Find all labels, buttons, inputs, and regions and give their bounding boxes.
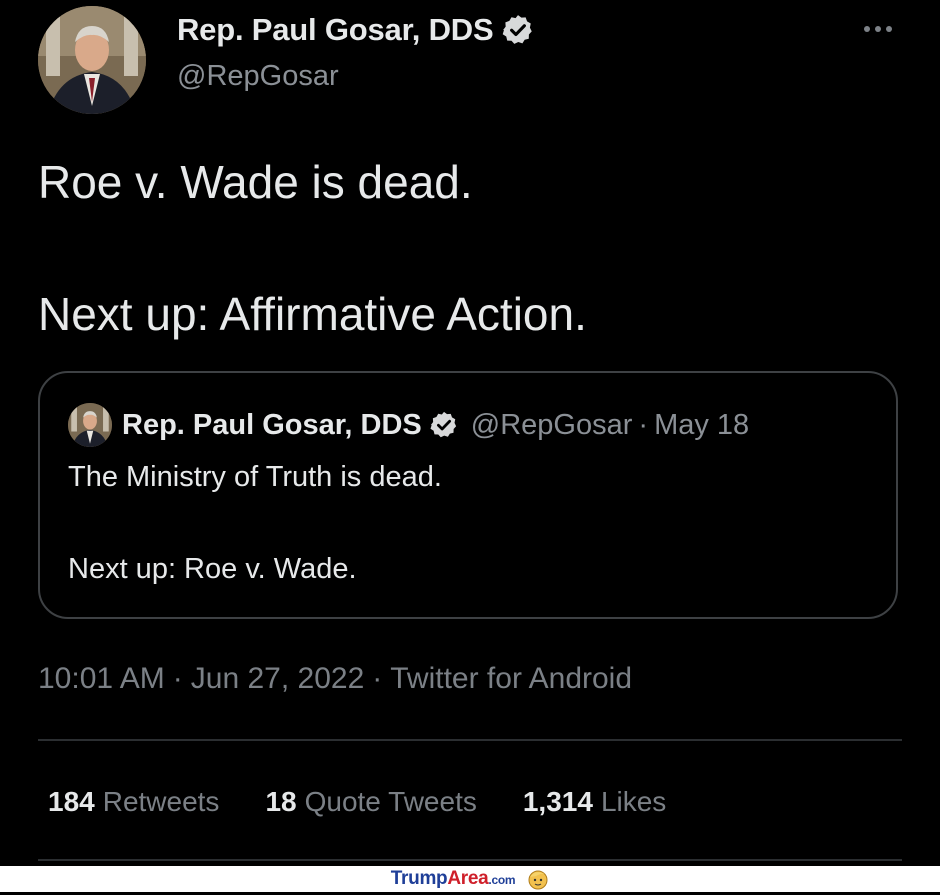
retweets-count: 184 (48, 786, 95, 817)
watermark-logo: TrumpArea.com (390, 868, 516, 890)
author-handle[interactable]: @RepGosar (177, 60, 339, 93)
quote-tweets-stat[interactable]: 18 Quote Tweets (265, 786, 476, 818)
quotes-count: 18 (265, 786, 297, 817)
tweet-card: Rep. Paul Gosar, DDS @RepGosar Roe v. Wa… (0, 0, 940, 866)
quoted-text-line-2: Next up: Roe v. Wade. (68, 553, 357, 585)
author-name-row: Rep. Paul Gosar, DDS (177, 12, 535, 48)
quoted-text-line-1: The Ministry of Truth is dead. (68, 461, 442, 493)
brand-part-3: .com (488, 873, 516, 887)
more-options-icon[interactable] (864, 19, 900, 39)
quoted-separator: · (638, 408, 649, 441)
quoted-author-avatar (68, 403, 112, 447)
verified-badge-icon (501, 13, 535, 47)
likes-count: 1,314 (522, 786, 593, 817)
tweet-text-line-1: Roe v. Wade is dead. (38, 156, 473, 208)
likes-stat[interactable]: 1,314 Likes (523, 786, 666, 818)
tweet-stats: 184 Retweets 18 Quote Tweets 1,314 Likes (48, 786, 712, 818)
brand-part-1: Trump (390, 868, 448, 889)
mascot-icon (527, 868, 549, 890)
tweet-text-line-2: Next up: Affirmative Action. (38, 288, 587, 340)
author-avatar[interactable] (38, 6, 146, 114)
quoted-author-handle: @RepGosar (470, 408, 633, 441)
meta-separator: · (172, 662, 183, 695)
quoted-tweet[interactable]: Rep. Paul Gosar, DDS @RepGosar · May 18 … (38, 371, 898, 619)
verified-badge-icon (429, 410, 459, 440)
quoted-date: May 18 (654, 408, 750, 441)
tweet-date[interactable]: Jun 27, 2022 (191, 662, 364, 695)
brand-part-2: Area (447, 868, 489, 889)
divider (38, 739, 902, 741)
meta-separator: · (372, 662, 383, 695)
author-name[interactable]: Rep. Paul Gosar, DDS (177, 12, 494, 48)
retweets-stat[interactable]: 184 Retweets (48, 786, 219, 818)
retweets-label: Retweets (102, 786, 220, 817)
watermark-bar: TrumpArea.com (0, 866, 940, 892)
tweet-source[interactable]: Twitter for Android (390, 662, 632, 695)
quoted-author-name: Rep. Paul Gosar, DDS (122, 408, 422, 441)
likes-label: Likes (600, 786, 667, 817)
quotes-label: Quote Tweets (304, 786, 477, 817)
divider (38, 859, 902, 861)
tweet-time[interactable]: 10:01 AM (38, 662, 165, 695)
quoted-tweet-header: Rep. Paul Gosar, DDS @RepGosar · May 18 (68, 403, 749, 447)
tweet-meta: 10:01 AM · Jun 27, 2022 · Twitter for Androi… (38, 662, 632, 696)
